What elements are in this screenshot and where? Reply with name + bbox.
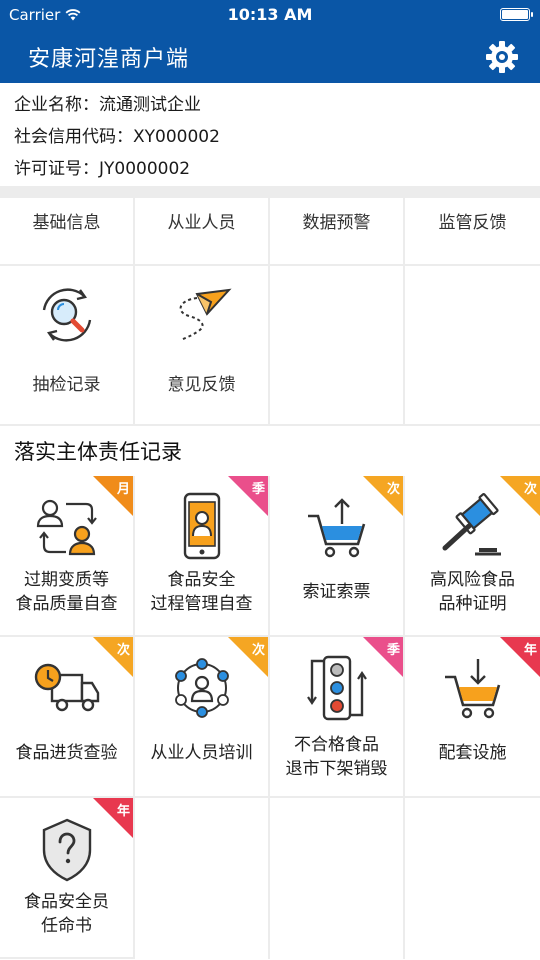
magnifier-refresh-icon bbox=[42, 288, 92, 342]
record-label: 不合格食品 退市下架销毁 bbox=[285, 735, 388, 779]
record-certificates-invoices[interactable]: 索证索票 次 bbox=[270, 476, 405, 637]
badge-text: 季 bbox=[386, 643, 400, 658]
empty-cell bbox=[270, 266, 405, 426]
quick-tabs: 基础信息 从业人员 数据预警 监管反馈 bbox=[0, 198, 540, 266]
record-label: 食品安全员 任命书 bbox=[24, 892, 109, 936]
badge-text: 年 bbox=[116, 804, 130, 819]
section-divider bbox=[0, 186, 540, 198]
frequency-badge: 次 bbox=[363, 476, 403, 516]
section-title: 落实主体责任记录 bbox=[14, 440, 182, 464]
badge-text: 年 bbox=[523, 643, 537, 658]
record-quality-self-check[interactable]: 过期变质等 食品质量自查 月 bbox=[0, 476, 135, 637]
frequency-badge: 次 bbox=[228, 637, 268, 677]
gavel-icon bbox=[442, 493, 501, 556]
gear-icon[interactable] bbox=[484, 39, 520, 75]
tool-label: 意见反馈 bbox=[167, 375, 236, 395]
app-title: 安康河湟商户端 bbox=[28, 47, 190, 72]
badge-text: 次 bbox=[523, 482, 537, 497]
empty-cell bbox=[270, 798, 405, 959]
company-name: 企业名称：流通测试企业 bbox=[14, 95, 201, 115]
badge-text: 次 bbox=[386, 482, 400, 497]
frequency-badge: 次 bbox=[500, 476, 540, 516]
record-facilities[interactable]: 配套设施 年 bbox=[405, 637, 540, 798]
tab-label: 基础信息 bbox=[32, 213, 101, 233]
frequency-badge: 年 bbox=[500, 637, 540, 677]
badge-text: 季 bbox=[251, 482, 265, 497]
record-label: 过期变质等 食品质量自查 bbox=[15, 570, 118, 614]
empty-cell bbox=[405, 266, 540, 426]
feedback-button[interactable]: 意见反馈 bbox=[135, 266, 270, 426]
empty-cell bbox=[135, 798, 270, 959]
record-label: 食品进货查验 bbox=[15, 743, 118, 763]
cart-download-icon bbox=[445, 659, 501, 719]
badge-text: 月 bbox=[116, 482, 130, 497]
badge-text: 次 bbox=[116, 643, 130, 658]
app-header: 安康河湟商户端 bbox=[0, 30, 540, 83]
record-recall-destroy[interactable]: 不合格食品 退市下架销毁 季 bbox=[270, 637, 405, 798]
tab-label: 从业人员 bbox=[167, 213, 236, 233]
paper-plane-icon bbox=[179, 288, 232, 341]
clock: 10:13 AM bbox=[227, 5, 313, 24]
frequency-badge: 月 bbox=[93, 476, 133, 516]
empty-cell bbox=[405, 798, 540, 959]
license-number: 许可证号：JY0000002 bbox=[14, 159, 191, 179]
record-label: 索证索票 bbox=[302, 582, 371, 602]
record-label: 食品安全 过程管理自查 bbox=[150, 570, 253, 614]
tab-supervision-feedback[interactable]: 监管反馈 bbox=[405, 198, 540, 266]
battery-icon bbox=[500, 8, 533, 21]
tool-label: 抽检记录 bbox=[32, 375, 101, 395]
record-process-self-check[interactable]: 食品安全 过程管理自查 季 bbox=[135, 476, 270, 637]
record-employee-training[interactable]: 从业人员培训 次 bbox=[135, 637, 270, 798]
records-grid: 过期变质等 食品质量自查 月 食品安全 过程管理自查 季 索证索票 次 高风险食… bbox=[0, 476, 540, 959]
frequency-badge: 次 bbox=[93, 637, 133, 677]
record-incoming-inspection[interactable]: 食品进货查验 次 bbox=[0, 637, 135, 798]
frequency-badge: 季 bbox=[228, 476, 268, 516]
credit-code: 社会信用代码：XY000002 bbox=[14, 127, 220, 147]
record-label: 高风险食品 品种证明 bbox=[430, 570, 515, 614]
status-bar: Carrier 10:13 AM bbox=[0, 0, 540, 30]
tab-label: 监管反馈 bbox=[438, 213, 507, 233]
record-high-risk-food[interactable]: 高风险食品 品种证明 次 bbox=[405, 476, 540, 637]
tool-grid: 抽检记录 意见反馈 bbox=[0, 266, 540, 426]
frequency-badge: 年 bbox=[93, 798, 133, 838]
tab-basic-info[interactable]: 基础信息 bbox=[0, 198, 135, 266]
record-label: 从业人员培训 bbox=[150, 743, 253, 763]
frequency-badge: 季 bbox=[363, 637, 403, 677]
tab-employees[interactable]: 从业人员 bbox=[135, 198, 270, 266]
company-info: 企业名称：流通测试企业 社会信用代码：XY000002 许可证号：JY00000… bbox=[0, 83, 540, 186]
tab-label: 数据预警 bbox=[302, 213, 371, 233]
badge-text: 次 bbox=[251, 643, 265, 658]
record-safety-officer[interactable]: 食品安全员 任命书 年 bbox=[0, 798, 135, 959]
tab-data-warning[interactable]: 数据预警 bbox=[270, 198, 405, 266]
inspection-records-button[interactable]: 抽检记录 bbox=[0, 266, 135, 426]
record-label: 配套设施 bbox=[438, 743, 507, 763]
